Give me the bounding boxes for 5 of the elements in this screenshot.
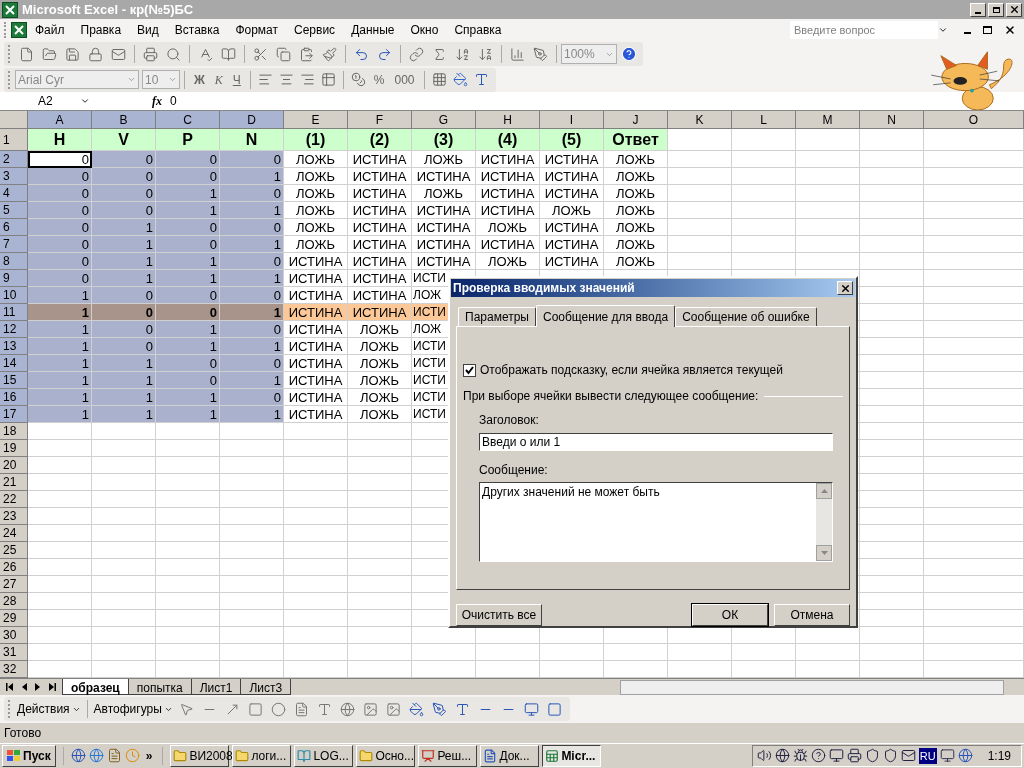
status-text: Готово [4,724,42,742]
clock: 1:19 [987,747,1011,765]
field-label: Заголовок: [479,412,540,430]
window-title: Microsoft Excel - кр(№5)БС [22,0,194,19]
field-label: Сообщение: [479,462,549,480]
